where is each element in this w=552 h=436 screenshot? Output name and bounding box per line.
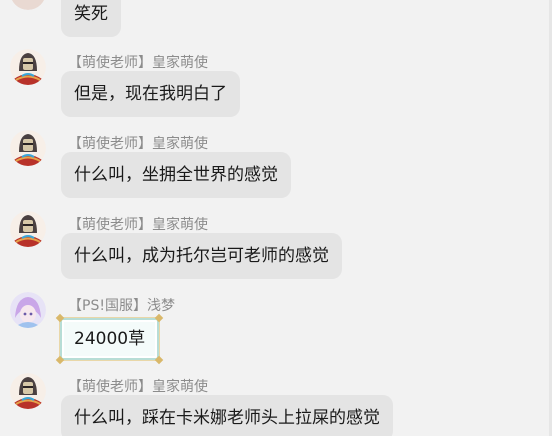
sender-name: 【PS!国服】浅梦 xyxy=(68,298,175,314)
message-bubble[interactable]: 笑死 xyxy=(61,0,121,37)
message-bubble[interactable]: 什么叫，坐拥全世界的感觉 xyxy=(61,152,291,198)
anime-girl-avatar-icon xyxy=(10,292,46,328)
sender-name: 【萌使老师】皇家萌使 xyxy=(68,217,208,233)
chat-message-list[interactable]: 笑死 【萌使老师】皇家萌使 但是，现在我明白了 【萌使老师】皇家萌使 什么叫，坐… xyxy=(0,0,552,436)
bubble-corner-ornament xyxy=(55,355,65,365)
avatar[interactable] xyxy=(10,130,46,166)
bubble-corner-ornament xyxy=(154,355,164,365)
message-text: 24000草 xyxy=(74,329,146,349)
avatar[interactable] xyxy=(10,211,46,247)
avatar[interactable] xyxy=(10,49,46,85)
sender-name: 【萌使老师】皇家萌使 xyxy=(68,136,208,152)
sender-name: 【萌使老师】皇家萌使 xyxy=(68,55,208,71)
message-bubble[interactable]: 什么叫，成为托尔岂可老师的感觉 xyxy=(61,233,342,279)
sender-name: 【萌使老师】皇家萌使 xyxy=(68,379,208,395)
knight-avatar-icon xyxy=(10,373,46,409)
avatar[interactable] xyxy=(10,373,46,409)
bubble-corner-ornament xyxy=(154,313,164,323)
bubble-corner-ornament xyxy=(55,313,65,323)
message-bubble[interactable]: 什么叫，踩在卡米娜老师头上拉屎的感觉 xyxy=(61,395,393,436)
avatar[interactable] xyxy=(10,0,46,10)
message-bubble[interactable]: 但是，现在我明白了 xyxy=(61,71,240,117)
partial-avatar-icon xyxy=(11,0,45,10)
knight-avatar-icon xyxy=(10,130,46,166)
message-bubble[interactable]: 24000草 xyxy=(55,313,164,365)
avatar[interactable] xyxy=(10,292,46,328)
knight-avatar-icon xyxy=(10,211,46,247)
knight-avatar-icon xyxy=(10,49,46,85)
